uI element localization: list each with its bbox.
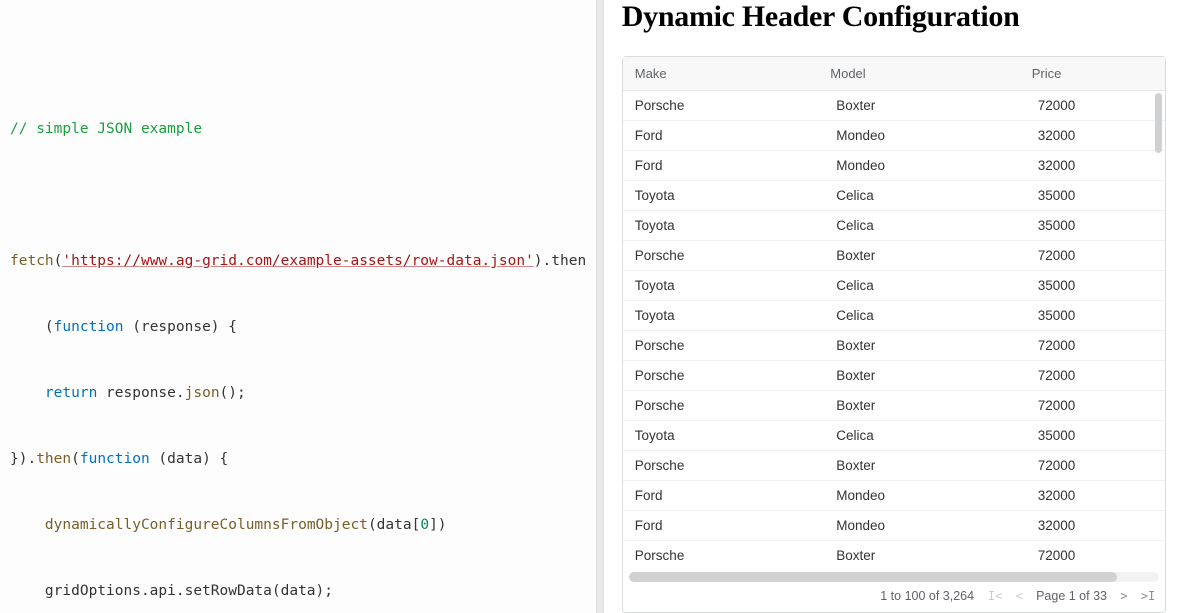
cell-model: Mondeo [830,488,1031,503]
grid-pager: 1 to 100 of 3,264 I< < Page 1 of 33 > >I [623,582,1165,612]
cell-make: Porsche [629,398,830,413]
pager-page: Page 1 of 33 [1036,589,1107,603]
table-row[interactable]: PorscheBoxter72000 [623,241,1165,271]
table-row[interactable]: PorscheBoxter72000 [623,91,1165,121]
table-row[interactable]: ToyotaCelica35000 [623,301,1165,331]
horizontal-scrollbar[interactable] [629,572,1159,582]
cell-model: Mondeo [830,158,1031,173]
table-row[interactable]: PorscheBoxter72000 [623,361,1165,391]
code-line: return response.json(); [0,382,596,404]
table-row[interactable]: FordMondeo32000 [623,151,1165,181]
page-title: Dynamic Header Configuration [622,0,1166,34]
cell-price: 32000 [1032,518,1159,533]
code-line [0,184,596,206]
cell-price: 32000 [1032,488,1159,503]
table-row[interactable]: PorscheBoxter72000 [623,331,1165,361]
cell-make: Toyota [629,218,830,233]
table-row[interactable]: ToyotaCelica35000 [623,271,1165,301]
cell-price: 72000 [1032,458,1159,473]
grid-header-row: Make Model Price [623,57,1165,91]
code-line: (function (response) { [0,316,596,338]
cell-model: Boxter [830,338,1031,353]
column-header-price[interactable]: Price [1032,66,1159,81]
table-row[interactable]: ToyotaCelica35000 [623,181,1165,211]
cell-price: 35000 [1032,218,1159,233]
cell-model: Celica [830,428,1031,443]
split-gutter[interactable] [596,0,604,613]
column-header-model[interactable]: Model [830,66,1031,81]
table-row[interactable]: FordMondeo32000 [623,121,1165,151]
cell-price: 72000 [1032,548,1159,563]
grid-body[interactable]: PorscheBoxter72000FordMondeo32000FordMon… [623,91,1165,570]
cell-model: Boxter [830,548,1031,563]
code-line [0,52,596,74]
cell-model: Mondeo [830,518,1031,533]
cell-make: Ford [629,488,830,503]
cell-make: Ford [629,518,830,533]
pager-first-icon[interactable]: I< [988,589,1002,603]
cell-model: Boxter [830,98,1031,113]
column-header-make[interactable]: Make [629,66,830,81]
code-line: fetch('https://www.ag-grid.com/example-a… [0,250,596,272]
cell-make: Porsche [629,248,830,263]
cell-price: 35000 [1032,308,1159,323]
cell-make: Porsche [629,368,830,383]
cell-model: Celica [830,308,1031,323]
cell-model: Celica [830,278,1031,293]
cell-price: 72000 [1032,398,1159,413]
cell-make: Ford [629,158,830,173]
pager-prev-icon[interactable]: < [1012,589,1026,603]
table-row[interactable]: PorscheBoxter72000 [623,391,1165,421]
code-line: gridOptions.api.setRowData(data); [0,580,596,602]
code-line: dynamicallyConfigureColumnsFromObject(da… [0,514,596,536]
pager-next-icon[interactable]: > [1117,589,1131,603]
cell-price: 72000 [1032,248,1159,263]
pager-last-icon[interactable]: >I [1141,589,1155,603]
data-grid[interactable]: Make Model Price PorscheBoxter72000FordM… [622,56,1166,613]
cell-make: Toyota [629,278,830,293]
cell-model: Mondeo [830,128,1031,143]
cell-make: Toyota [629,188,830,203]
cell-make: Porsche [629,548,830,563]
cell-model: Boxter [830,458,1031,473]
cell-make: Porsche [629,458,830,473]
cell-model: Celica [830,218,1031,233]
cell-price: 32000 [1032,128,1159,143]
cell-model: Celica [830,188,1031,203]
pager-range: 1 to 100 of 3,264 [880,589,974,603]
vertical-scrollbar[interactable] [1155,93,1162,153]
cell-make: Porsche [629,338,830,353]
cell-make: Toyota [629,308,830,323]
cell-make: Ford [629,128,830,143]
cell-make: Toyota [629,428,830,443]
cell-make: Porsche [629,98,830,113]
cell-model: Boxter [830,248,1031,263]
table-row[interactable]: FordMondeo32000 [623,481,1165,511]
table-row[interactable]: ToyotaCelica35000 [623,421,1165,451]
code-line: }).then(function (data) { [0,448,596,470]
cell-price: 72000 [1032,368,1159,383]
table-row[interactable]: ToyotaCelica35000 [623,211,1165,241]
cell-price: 72000 [1032,338,1159,353]
table-row[interactable]: PorscheBoxter72000 [623,451,1165,481]
table-row[interactable]: PorscheBoxter72000 [623,541,1165,570]
cell-price: 72000 [1032,98,1159,113]
preview-pane: Dynamic Header Configuration Make Model … [604,0,1178,613]
table-row[interactable]: FordMondeo32000 [623,511,1165,541]
code-editor[interactable]: // simple JSON example fetch('https://ww… [0,0,596,613]
cell-price: 35000 [1032,428,1159,443]
code-comment: // simple JSON example [0,118,596,140]
cell-price: 32000 [1032,158,1159,173]
cell-price: 35000 [1032,188,1159,203]
cell-price: 35000 [1032,278,1159,293]
cell-model: Boxter [830,368,1031,383]
cell-model: Boxter [830,398,1031,413]
